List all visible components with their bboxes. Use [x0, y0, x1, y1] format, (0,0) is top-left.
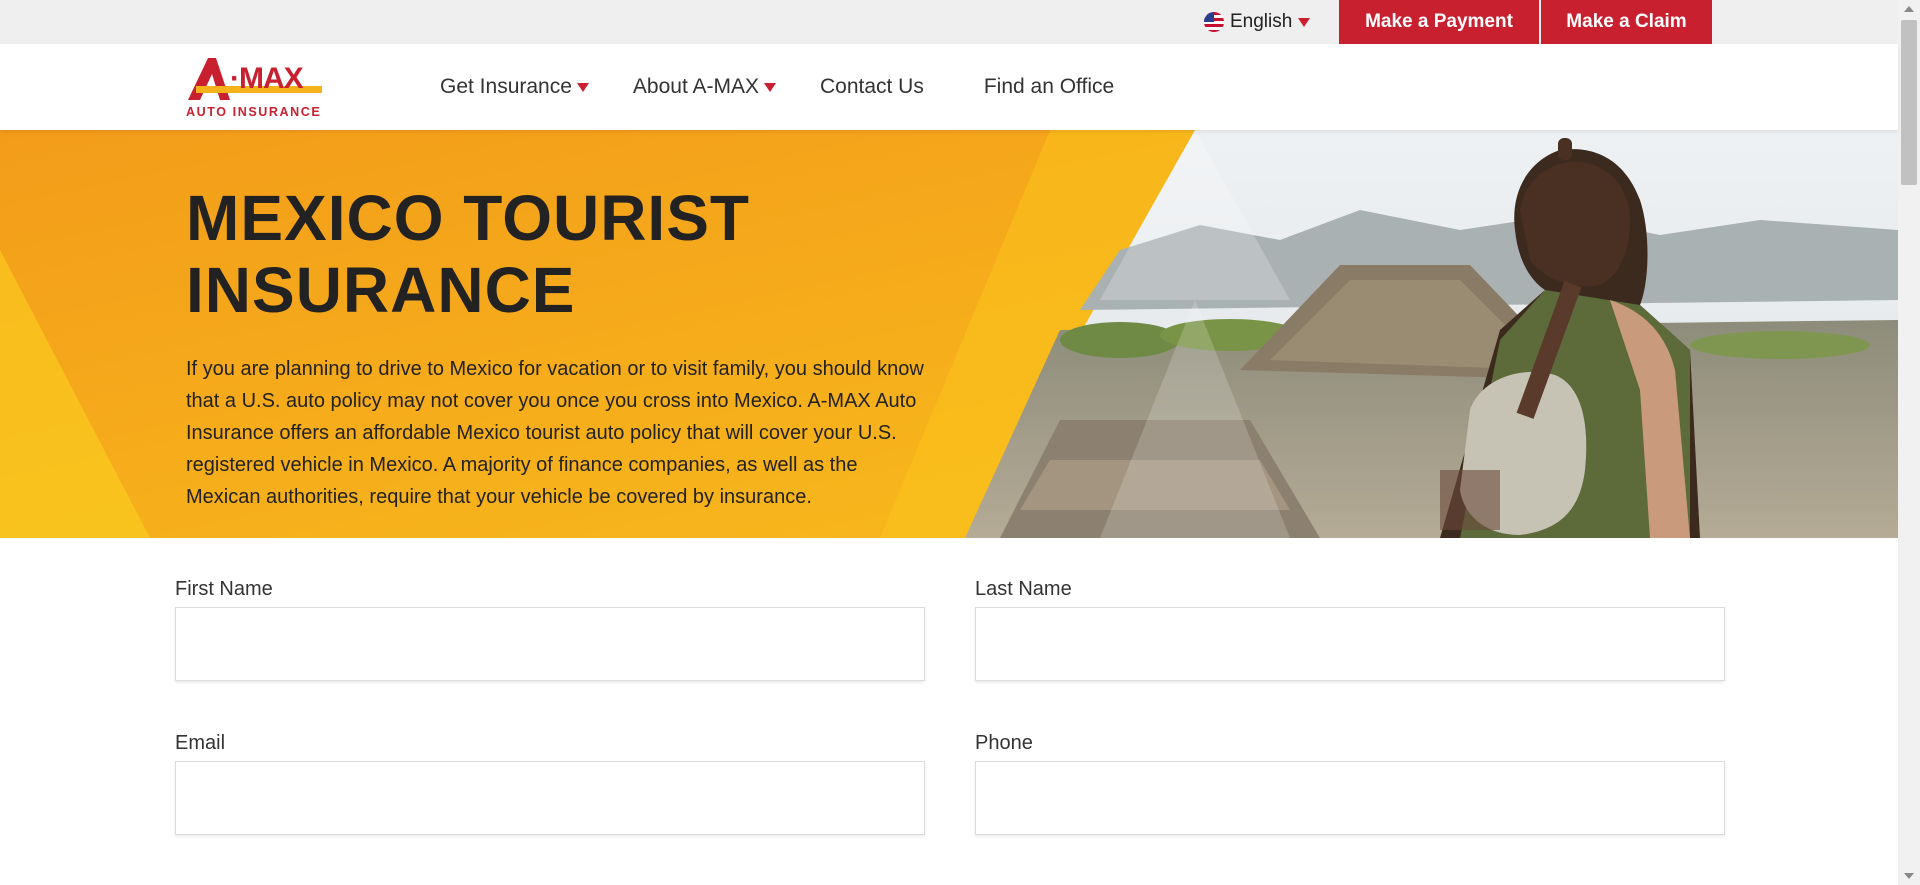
- main-nav: Get Insurance About A-MAX Contact Us Fin…: [440, 44, 1174, 130]
- language-label: English: [1230, 11, 1293, 32]
- page-title-line-2: INSURANCE: [186, 254, 576, 326]
- make-claim-button[interactable]: Make a Claim: [1541, 0, 1712, 44]
- us-flag-icon: [1204, 12, 1224, 32]
- phone-label: Phone: [975, 732, 1033, 754]
- first-name-label: First Name: [175, 578, 273, 600]
- nav-label: Find an Office: [983, 75, 1115, 98]
- nav-label: Contact Us: [819, 75, 924, 98]
- nav-find-office[interactable]: Find an Office: [984, 75, 1114, 99]
- hero-banner: MEXICO TOURIST INSURANCE If you are plan…: [0, 130, 1898, 538]
- last-name-label: Last Name: [975, 578, 1072, 600]
- first-name-input[interactable]: [175, 607, 925, 681]
- first-name-field: First Name: [175, 578, 925, 681]
- scroll-up-arrow-icon[interactable]: [1904, 6, 1914, 12]
- nav-contact-us[interactable]: Contact Us: [820, 75, 924, 99]
- page-title-line-1: MEXICO TOURIST: [186, 182, 750, 254]
- hero-description: If you are planning to drive to Mexico f…: [186, 358, 924, 508]
- email-label: Email: [175, 732, 226, 754]
- nav-label: Get Insurance: [440, 75, 572, 98]
- amax-logo[interactable]: ·MAX AUTO INSURANCE: [186, 56, 326, 120]
- last-name-field: Last Name: [975, 578, 1725, 681]
- page-title: MEXICO TOURIST INSURANCE: [186, 182, 836, 326]
- site-header: ·MAX AUTO INSURANCE Get Insurance About …: [0, 44, 1898, 130]
- chevron-down-icon: [763, 82, 776, 92]
- language-selector[interactable]: English: [1204, 0, 1311, 44]
- chevron-down-icon: [576, 82, 589, 92]
- logo-brand-text: ·MAX: [230, 62, 304, 95]
- amax-logo-mark: ·MAX AUTO INSURANCE: [186, 58, 322, 119]
- phone-input[interactable]: [975, 761, 1725, 835]
- utility-bar: English Make a Payment Make a Claim: [0, 0, 1898, 44]
- last-name-input[interactable]: [975, 607, 1725, 681]
- scrollbar-thumb[interactable]: [1901, 20, 1917, 185]
- email-field: Email: [175, 732, 925, 835]
- logo-tagline: AUTO INSURANCE: [186, 105, 321, 119]
- email-input[interactable]: [175, 761, 925, 835]
- page-scrollbar[interactable]: [1898, 0, 1920, 885]
- nav-label: About A-MAX: [632, 75, 759, 98]
- make-payment-button[interactable]: Make a Payment: [1339, 0, 1539, 44]
- scroll-down-arrow-icon[interactable]: [1904, 873, 1914, 879]
- chevron-down-icon: [1298, 17, 1311, 27]
- nav-get-insurance[interactable]: Get Insurance: [440, 75, 589, 99]
- phone-field: Phone: [975, 732, 1725, 835]
- nav-about-amax[interactable]: About A-MAX: [633, 75, 776, 99]
